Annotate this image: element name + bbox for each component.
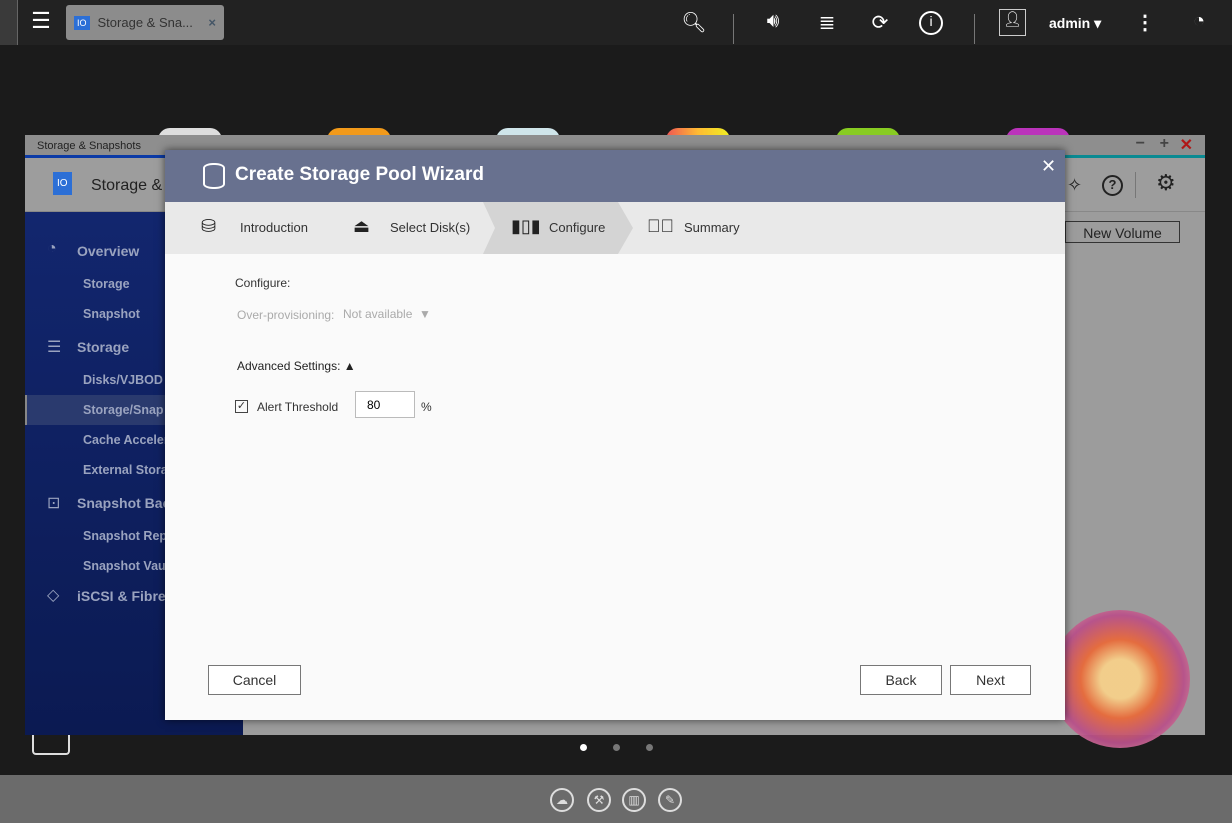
step-summary: Summary: [684, 220, 740, 235]
step-configure: Configure: [549, 220, 606, 235]
dashboard-icon[interactable]: ◔: [1184, 10, 1214, 33]
info-icon[interactable]: i: [919, 11, 943, 35]
storage-app-icon: IO: [74, 15, 90, 30]
sidebar-item-external[interactable]: External Stora: [83, 463, 168, 477]
sidebar-item-disks[interactable]: Disks/VJBOD: [83, 373, 163, 387]
window-title: Storage & Snapshots: [37, 140, 141, 152]
book-icon[interactable]: ▥: [622, 788, 646, 812]
sidebar-item-snapshot-overview[interactable]: Snapshot: [83, 307, 140, 321]
advanced-settings-toggle[interactable]: Advanced Settings: ▲: [237, 359, 356, 373]
sidebar-item-snapshot-replica[interactable]: Snapshot Rep: [83, 529, 167, 543]
percent-unit: %: [421, 400, 432, 414]
page-dot-active[interactable]: [580, 744, 587, 751]
sidebar-item-cache[interactable]: Cache Acceler: [83, 433, 169, 447]
over-provisioning-value: Not available: [343, 307, 413, 321]
close-tab-icon[interactable]: ×: [208, 15, 216, 30]
dock: [0, 775, 1232, 823]
sidebar-item-storage[interactable]: Storage: [77, 339, 129, 355]
back-button[interactable]: Back: [860, 665, 942, 695]
wizard-steps: ⛁ Introduction ⏏ Select Disk(s) ▮▯▮ Conf…: [165, 202, 1065, 254]
camera-icon: ⊡: [47, 495, 61, 512]
wizard-header: Create Storage Pool Wizard: [165, 150, 1065, 202]
sidebar-item-storage-overview[interactable]: Storage: [83, 277, 130, 291]
sidebar-item-snapshot-backup[interactable]: Snapshot Bac: [77, 495, 170, 511]
divider: [1135, 172, 1136, 198]
new-volume-button[interactable]: New Volume: [1065, 221, 1180, 243]
sidebar-item-snapshot-vault[interactable]: Snapshot Vau: [83, 559, 166, 573]
database-icon: [203, 163, 225, 189]
app-tab[interactable]: IO Storage & Sna... ×: [66, 5, 224, 40]
username: admin: [1049, 15, 1091, 31]
notes-icon[interactable]: ✎: [658, 788, 682, 812]
alert-threshold-input[interactable]: [355, 391, 415, 418]
settings-icon[interactable]: ⚙: [1156, 170, 1176, 196]
menu-icon[interactable]: ☰: [26, 8, 56, 34]
close-wizard-button[interactable]: ✕: [1041, 156, 1056, 177]
tab-title: Storage & Sna...: [97, 15, 193, 30]
page-dot[interactable]: [646, 744, 653, 751]
step-select-disks: Select Disk(s): [390, 220, 471, 235]
desktop-edge: [0, 0, 18, 45]
alert-threshold-checkbox[interactable]: ✓: [235, 400, 248, 413]
close-window-button[interactable]: ✕: [1180, 135, 1193, 155]
next-button[interactable]: Next: [950, 665, 1031, 695]
advanced-settings-label: Advanced Settings:: [237, 359, 341, 373]
maximize-button[interactable]: +: [1160, 135, 1169, 153]
user-icon[interactable]: 👤︎: [999, 9, 1026, 36]
divider: [733, 14, 734, 44]
top-bar: ☰ IO Storage & Sna... × 🔍︎ 🔊︎ ≣ ⟳ i 👤︎ a…: [0, 0, 1232, 45]
iscsi-icon: ◇: [47, 587, 60, 604]
tasks-icon[interactable]: ≣: [812, 10, 842, 35]
create-storage-pool-wizard: Create Storage Pool Wizard ✕ ⛁ Introduct…: [165, 150, 1065, 720]
check-circle-icon: ✓⃝: [647, 216, 674, 236]
cancel-button[interactable]: Cancel: [208, 665, 301, 695]
disk-drive-icon: ⏏: [353, 216, 371, 236]
desktop-widget[interactable]: [32, 735, 70, 755]
cloud-icon[interactable]: ☁: [550, 788, 574, 812]
search-icon[interactable]: 🔍︎: [679, 10, 709, 35]
page-dot[interactable]: [613, 744, 620, 751]
storage-app-icon: IO: [53, 172, 72, 195]
over-provisioning-label: Over-provisioning:: [237, 308, 335, 322]
sync-icon[interactable]: ⟳: [865, 10, 895, 35]
hammer-icon[interactable]: ⚒: [587, 788, 611, 812]
wizard-icon[interactable]: ✧: [1067, 175, 1082, 196]
divider: [974, 14, 975, 44]
step-introduction: Introduction: [240, 220, 308, 235]
app-header-title: Storage &: [91, 177, 163, 194]
watermark-logo: [1050, 610, 1190, 748]
database-icon: ☰: [47, 339, 62, 356]
sidebar-item-storage-snapshots[interactable]: Storage/Snap: [83, 403, 164, 417]
minimize-button[interactable]: −: [1136, 135, 1145, 153]
user-menu[interactable]: admin ▾: [1049, 15, 1101, 32]
raid-icon: ▮▯▮: [511, 216, 541, 236]
configure-label: Configure:: [235, 276, 291, 290]
wizard-title: Create Storage Pool Wizard: [235, 164, 484, 185]
alert-threshold-label: Alert Threshold: [257, 400, 339, 414]
over-provisioning-select[interactable]: Not available ▼: [343, 307, 431, 321]
help-icon[interactable]: ?: [1102, 175, 1123, 196]
sidebar-item-overview[interactable]: Overview: [77, 243, 139, 259]
volume-icon[interactable]: 🔊︎: [758, 10, 788, 33]
databases-icon: ⛁: [201, 216, 217, 236]
more-icon[interactable]: ⋮: [1130, 10, 1160, 35]
gauge-icon: ◔: [47, 240, 57, 257]
